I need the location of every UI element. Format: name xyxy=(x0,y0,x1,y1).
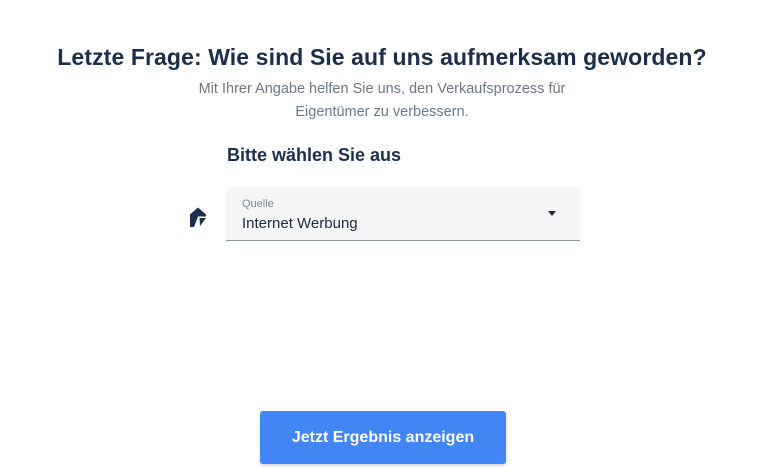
subtitle-line-2: Eigentümer zu verbessern. xyxy=(295,104,469,120)
source-select-label: Quelle xyxy=(242,198,274,210)
source-select[interactable]: Quelle Internet Werbung xyxy=(226,187,580,241)
page-title: Letzte Frage: Wie sind Sie auf uns aufme… xyxy=(57,44,707,70)
house-icon xyxy=(190,207,206,227)
select-heading: Bitte wählen Sie aus xyxy=(227,145,402,165)
show-result-button[interactable]: Jetzt Ergebnis anzeigen xyxy=(260,411,506,464)
page-subtitle: Mit Ihrer Angabe helfen Sie uns, den Ver… xyxy=(182,78,582,124)
source-select-value: Internet Werbung xyxy=(242,215,358,232)
caret-down-icon[interactable] xyxy=(548,211,556,216)
subtitle-line-1: Mit Ihrer Angabe helfen Sie uns, den Ver… xyxy=(198,81,566,97)
